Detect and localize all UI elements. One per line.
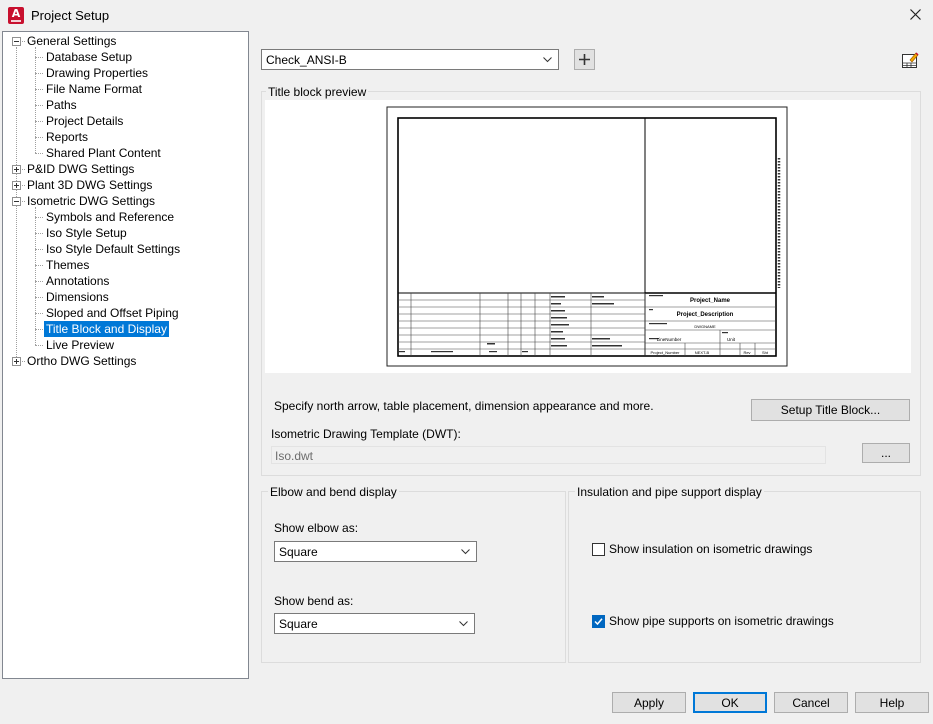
tree-item-label: File Name Format <box>46 82 143 96</box>
tree-item-label: Themes <box>46 258 90 272</box>
tree-item-label: Project Details <box>46 114 124 128</box>
tree-item-iso-style-default-settings[interactable]: Iso Style Default Settings <box>44 241 182 257</box>
insulation-support-group <box>568 491 921 663</box>
tree-item-annotations[interactable]: Annotations <box>44 273 111 289</box>
tree-item-shared-plant-content[interactable]: Shared Plant Content <box>44 145 163 161</box>
tb-project-number: Project_Number <box>651 350 681 355</box>
close-button[interactable] <box>900 4 930 26</box>
browse-template-button[interactable]: ... <box>862 443 910 463</box>
tb-size-value: NEXT-B <box>695 350 710 355</box>
tree-item-label: Isometric DWG Settings <box>27 194 156 208</box>
title-block-preview: Project_Name Project_Description DWGNAME… <box>265 100 911 373</box>
tree-item-label: Annotations <box>46 274 110 288</box>
tree-item-label: General Settings <box>27 34 117 48</box>
elbow-style-value: Square <box>279 545 318 559</box>
tree-item-label: Iso Style Default Settings <box>46 242 181 256</box>
tree-item-themes[interactable]: Themes <box>44 257 91 273</box>
tree-item-live-preview[interactable]: Live Preview <box>44 337 116 353</box>
chevron-down-icon <box>461 549 470 555</box>
elbow-bend-group <box>261 491 566 663</box>
close-icon <box>910 9 921 20</box>
bend-style-value: Square <box>279 617 318 631</box>
tree-item-reports[interactable]: Reports <box>44 129 90 145</box>
tree-item-sloped-and-offset-piping[interactable]: Sloped and Offset Piping <box>44 305 181 321</box>
tree-item-label: Dimensions <box>46 290 109 304</box>
tree-item-label: Shared Plant Content <box>46 146 161 160</box>
title-block-drawing: Project_Name Project_Description DWGNAME… <box>386 106 788 367</box>
tree-item-isometric-dwg-settings[interactable]: Isometric DWG Settings <box>25 193 157 209</box>
collapse-icon[interactable] <box>12 197 21 206</box>
chevron-down-icon <box>459 621 468 627</box>
plus-icon <box>579 54 590 65</box>
tree-item-project-details[interactable]: Project Details <box>44 113 125 129</box>
edit-title-block-icon[interactable] <box>901 51 919 69</box>
tree-item-file-name-format[interactable]: File Name Format <box>44 81 144 97</box>
setup-title-block-button[interactable]: Setup Title Block... <box>751 399 910 421</box>
tb-line-number: LineNumber <box>657 337 682 342</box>
apply-button[interactable]: Apply <box>612 692 686 713</box>
template-field: Iso.dwt <box>271 446 826 464</box>
insulation-checkbox-label: Show insulation on isometric drawings <box>609 542 813 556</box>
tree-item-label: Database Setup <box>46 50 133 64</box>
tree-item-label: Live Preview <box>46 338 115 352</box>
tree-item-title-block-and-display[interactable]: Title Block and Display <box>44 321 169 337</box>
tree-item-dimensions[interactable]: Dimensions <box>44 289 111 305</box>
pipe-supports-checkbox-label: Show pipe supports on isometric drawings <box>609 614 834 628</box>
tb-project-description: Project_Description <box>677 312 734 318</box>
insulation-checkbox[interactable] <box>592 543 605 556</box>
title-block-style-value: Check_ANSI-B <box>266 53 347 67</box>
tb-rev-value: Rev <box>743 350 750 355</box>
title-block-preview-title: Title block preview <box>266 85 369 99</box>
tree-item-label: Drawing Properties <box>46 66 149 80</box>
window-title: Project Setup <box>31 8 110 23</box>
cancel-button[interactable]: Cancel <box>774 692 848 713</box>
title-block-style-select[interactable]: Check_ANSI-B <box>261 49 559 70</box>
settings-tree[interactable]: General Settings Database Setup Drawing Pr… <box>2 31 249 679</box>
tree-item-drawing-properties[interactable]: Drawing Properties <box>44 65 150 81</box>
pipe-supports-checkbox[interactable] <box>592 615 605 628</box>
tree-item-iso-style-setup[interactable]: Iso Style Setup <box>44 225 129 241</box>
tb-dwg-label: DWGNAME <box>694 324 716 329</box>
app-icon-letter: A <box>11 7 21 20</box>
ok-button[interactable]: OK <box>693 692 767 713</box>
collapse-icon[interactable] <box>12 37 21 46</box>
tree-item-label: Title Block and Display <box>44 321 169 337</box>
expand-icon[interactable] <box>12 165 21 174</box>
tree-item-label: Plant 3D DWG Settings <box>27 178 153 192</box>
tree-item-symbols-and-reference[interactable]: Symbols and Reference <box>44 209 176 225</box>
bend-style-select[interactable]: Square <box>274 613 475 634</box>
elbow-bend-title: Elbow and bend display <box>268 485 399 499</box>
bend-label: Show bend as: <box>274 594 354 608</box>
tree-item-database-setup[interactable]: Database Setup <box>44 49 134 65</box>
autocad-app-icon: A <box>8 7 24 24</box>
title-bar: A Project Setup <box>0 0 933 31</box>
checkmark-icon <box>594 618 603 626</box>
tree-item-general-settings[interactable]: General Settings <box>25 33 118 49</box>
tree-item-p-id-dwg-settings[interactable]: P&ID DWG Settings <box>25 161 136 177</box>
expand-icon[interactable] <box>12 357 21 366</box>
tb-unit-label: Unit <box>727 337 736 342</box>
elbow-style-select[interactable]: Square <box>274 541 477 562</box>
tree-item-paths[interactable]: Paths <box>44 97 79 113</box>
template-label: Isometric Drawing Template (DWT): <box>271 427 461 441</box>
tree-item-label: Reports <box>46 130 89 144</box>
tb-project-name: Project_Name <box>690 298 731 304</box>
tree-item-label: Ortho DWG Settings <box>27 354 137 368</box>
expand-icon[interactable] <box>12 181 21 190</box>
tree-item-label: Iso Style Setup <box>46 226 127 240</box>
tree-item-plant-3d-dwg-settings[interactable]: Plant 3D DWG Settings <box>25 177 154 193</box>
tree-item-label: Symbols and Reference <box>46 210 175 224</box>
tree-item-ortho-dwg-settings[interactable]: Ortho DWG Settings <box>25 353 138 369</box>
tb-sheet-value: Sht <box>762 350 769 355</box>
elbow-label: Show elbow as: <box>274 521 359 535</box>
title-block-description: Specify north arrow, table placement, di… <box>274 399 654 413</box>
tree-item-label: P&ID DWG Settings <box>27 162 135 176</box>
help-button[interactable]: Help <box>855 692 929 713</box>
chevron-down-icon <box>543 57 552 63</box>
tree-item-label: Paths <box>46 98 77 112</box>
tree-item-label: Sloped and Offset Piping <box>46 306 179 320</box>
insulation-support-title: Insulation and pipe support display <box>575 485 764 499</box>
add-style-button[interactable] <box>574 49 595 70</box>
